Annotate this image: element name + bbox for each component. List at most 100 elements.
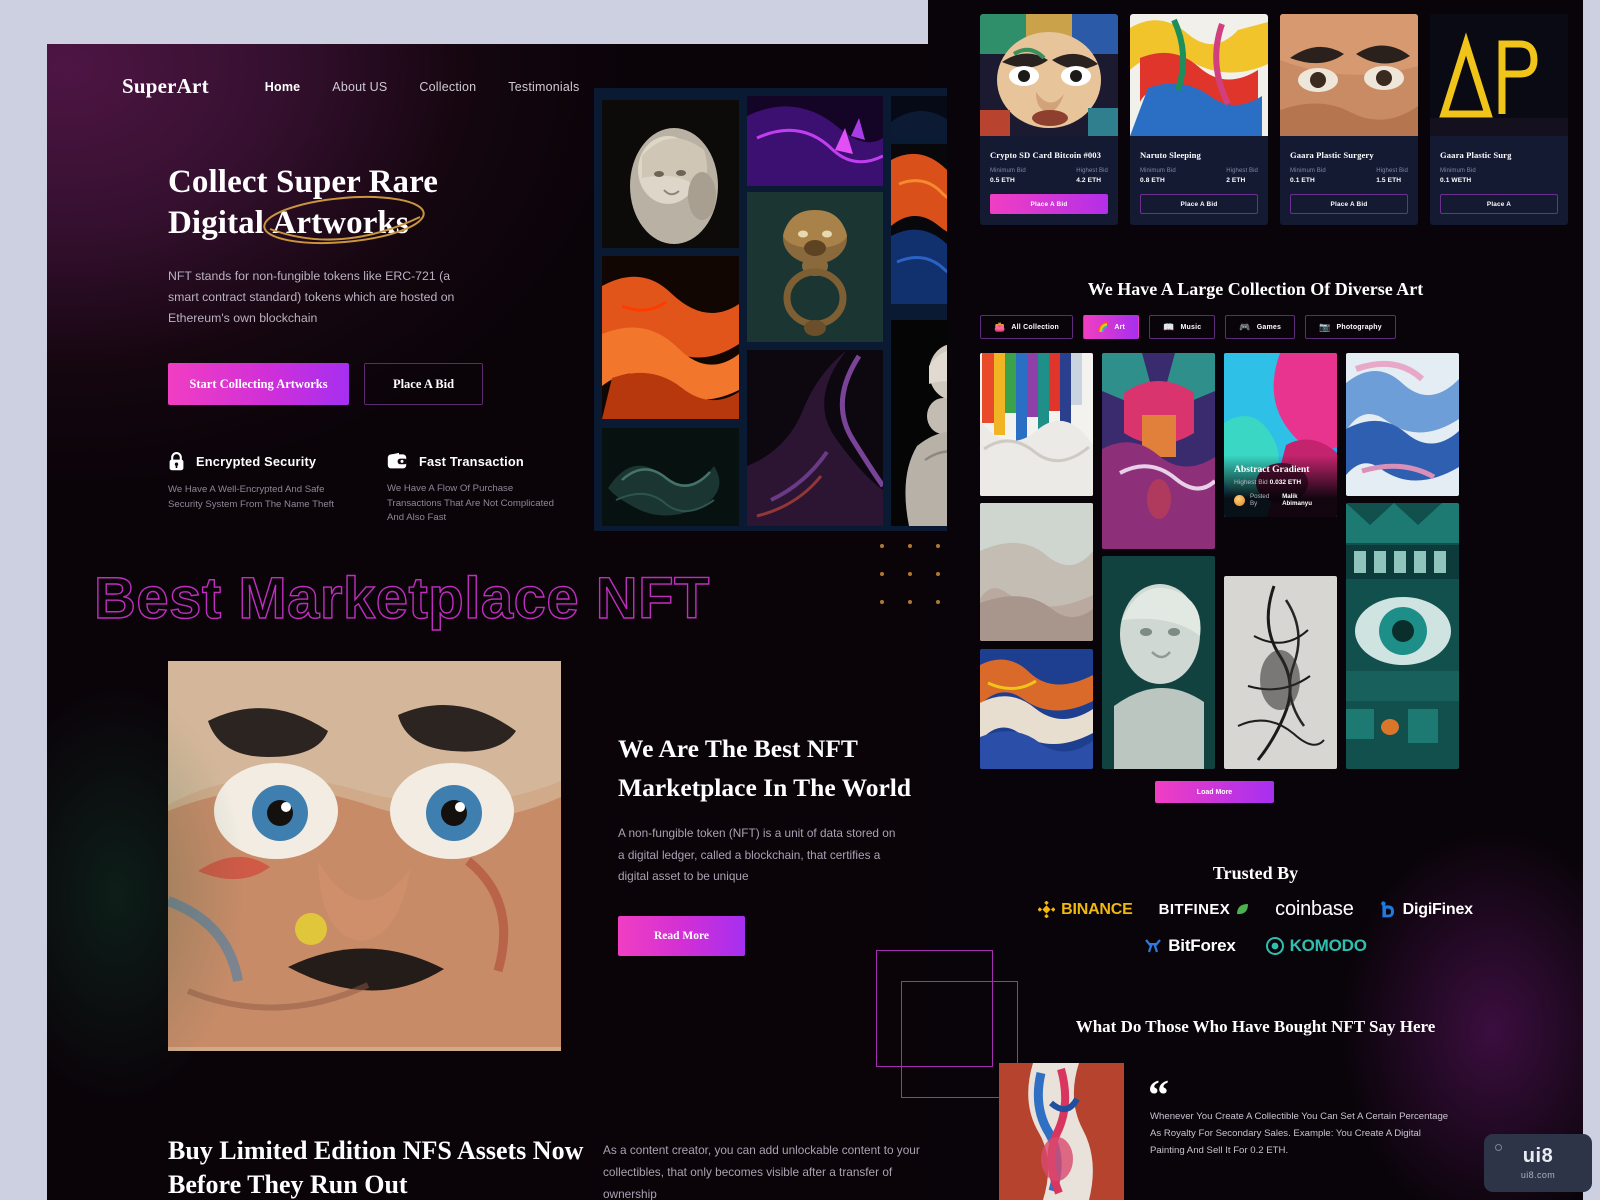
card-place-bid-button[interactable]: Place A — [1440, 194, 1558, 214]
collage-tile-fire-ice — [891, 144, 947, 304]
partner-logo-digifinex: DigiFinex — [1380, 901, 1473, 919]
purse-icon: 👛 — [994, 321, 1006, 332]
hero-section: Collect Super Rare Digital Artworks NFT … — [168, 162, 588, 526]
feature-encrypted-security: Encrypted Security We Have A Well-Encryp… — [168, 452, 340, 526]
street-art-portrait-image — [168, 661, 561, 1051]
nav-item-testimonials[interactable]: Testimonials — [508, 80, 579, 94]
rainbow-icon: 🌈 — [1096, 321, 1109, 332]
collage-tile-lava — [602, 256, 739, 419]
card-place-bid-button[interactable]: Place A Bid — [1290, 194, 1408, 214]
hero-title-line2: Digital Artworks — [168, 196, 588, 244]
testimonial-artwork-image — [999, 1063, 1124, 1200]
filter-chip-label: Photography — [1336, 323, 1382, 331]
featured-bid-label: Highest Bid — [1234, 479, 1268, 486]
gallery-item-teal-eye[interactable] — [1346, 503, 1459, 769]
highest-bid-label: Highest Bid — [1226, 168, 1258, 174]
load-more-button[interactable]: Load More — [1155, 781, 1274, 803]
nft-card[interactable]: Naruto Sleeping Minimum Bid 0.8 ETH High… — [1130, 14, 1268, 225]
posted-by-name: Malik Abimanyu — [1282, 493, 1312, 507]
feature-fast-transaction: Fast Transaction We Have A Flow Of Purch… — [387, 452, 559, 526]
gallery-item-abstract-gradient[interactable]: Abstract Gradient Highest Bid 0.032 ETH … — [1224, 353, 1337, 517]
limited-edition-desc: As a content creator, you can add unlock… — [603, 1143, 920, 1200]
digifinex-icon — [1380, 901, 1394, 918]
filter-chip-games[interactable]: 🎮 Games — [1225, 315, 1296, 339]
nft-card-title: Crypto SD Card Bitcoin #003 — [990, 150, 1102, 160]
minimum-bid-value: 0.1 WETH — [1440, 177, 1472, 184]
nft-thumbnail-neon-sign — [1430, 14, 1568, 136]
watermark-logo: ui8 — [1522, 1145, 1554, 1167]
minimum-bid-value: 0.1 ETH — [1290, 177, 1315, 184]
wallet-icon — [387, 452, 408, 469]
highest-bid-label: Highest Bid — [1076, 168, 1108, 174]
hero-subtitle: NFT stands for non-fungible tokens like … — [168, 269, 455, 325]
minimum-bid-label: Minimum Bid — [990, 168, 1026, 174]
card-place-bid-button[interactable]: Place A Bid — [990, 194, 1108, 214]
hero-title-highlight-wrap: Artworks — [263, 196, 426, 244]
nft-thumbnail-mosaic-face — [980, 14, 1118, 136]
nft-card[interactable]: Crypto SD Card Bitcoin #003 Minimum Bid … — [980, 14, 1118, 225]
collage-tile-neon-purple — [747, 96, 883, 186]
gamepad-icon: 🎮 — [1239, 321, 1251, 332]
marketplace-detail-panel: Crypto SD Card Bitcoin #003 Minimum Bid … — [928, 0, 1583, 1200]
nav-item-home[interactable]: Home — [265, 80, 301, 94]
gallery-item-marble-swirl[interactable] — [980, 649, 1093, 769]
nft-thumbnail-colorful-splash — [1130, 14, 1268, 136]
landing-page-panel: SuperArt Home About US Collection Testim… — [47, 44, 947, 1200]
filter-chip-photography[interactable]: 📷 Photography — [1305, 315, 1396, 339]
testimonial-quote-text: Whenever You Create A Collectible You Ca… — [1150, 1111, 1449, 1156]
feature-list: Encrypted Security We Have A Well-Encryp… — [168, 452, 588, 526]
filter-chip-music[interactable]: 📖 Music — [1149, 315, 1216, 339]
featured-art-bid: Highest Bid 0.032 ETH — [1234, 479, 1327, 486]
minimum-bid-label: Minimum Bid — [1440, 168, 1476, 174]
filter-chip-label: Games — [1256, 323, 1282, 331]
limited-edition-title: Buy Limited Edition NFS Assets Now Befor… — [168, 1136, 584, 1199]
gallery-item-ink-sketch[interactable] — [1224, 576, 1337, 769]
nft-card-title: Naruto Sleeping — [1140, 150, 1201, 160]
minimum-bid-label: Minimum Bid — [1290, 168, 1326, 174]
trusted-by-heading: Trusted By — [1212, 863, 1299, 883]
collage-tile-purple-marble — [747, 350, 883, 526]
minimum-bid-value: 0.5 ETH — [990, 177, 1015, 184]
place-a-bid-button[interactable]: Place A Bid — [364, 363, 483, 405]
collection-heading: We Have A Large Collection Of Diverse Ar… — [1087, 279, 1424, 299]
partner-name: KOMODO — [1289, 936, 1367, 955]
highest-bid-value: 4.2 ETH — [1076, 177, 1102, 184]
collage-tile-statue-head — [602, 100, 739, 248]
filter-chip-art[interactable]: 🌈 Art — [1082, 315, 1140, 339]
gallery-item-soft-pastel[interactable] — [980, 503, 1093, 641]
collage-tile-smoke — [602, 428, 739, 526]
posted-by-label: Posted By — [1250, 493, 1270, 507]
hero-title-line1: Collect Super Rare — [168, 164, 439, 200]
partner-name: BitForex — [1168, 936, 1236, 955]
partner-name: BITFINEX — [1158, 901, 1231, 918]
gallery-item-blue-feather[interactable] — [1346, 353, 1459, 496]
start-collecting-button[interactable]: Start Collecting Artworks — [168, 363, 349, 405]
filter-chip-all-collection[interactable]: 👛 All Collection — [980, 315, 1073, 339]
nft-card-clipped[interactable]: Gaara Plastic Surg Minimum Bid 0.1 WETH … — [1430, 14, 1568, 225]
brand-logo[interactable]: SuperArt — [122, 74, 209, 99]
highest-bid-label: Highest Bid — [1376, 168, 1408, 174]
hero-artwork-collage — [594, 88, 947, 531]
filter-chip-label: Art — [1114, 323, 1126, 331]
partner-logo-bitfinex: BITFINEX — [1159, 901, 1250, 918]
hero-title-line2-prefix: Digital — [168, 205, 273, 241]
bitfinex-leaf-icon — [1237, 904, 1249, 915]
watermark-url: ui8.com — [1520, 1170, 1556, 1180]
camera-icon: 📷 — [1319, 321, 1331, 332]
read-more-button[interactable]: Read More — [618, 915, 745, 956]
hero-title-highlight: Artworks — [272, 205, 409, 241]
nft-card[interactable]: Gaara Plastic Surgery Minimum Bid 0.1 ET… — [1280, 14, 1418, 225]
gallery-item-teal-bust[interactable] — [1102, 556, 1215, 769]
gallery-item-symmetric-neon[interactable] — [1102, 353, 1215, 549]
avatar — [1234, 494, 1245, 506]
nav-item-about-us[interactable]: About US — [332, 80, 387, 94]
nft-card-title: Gaara Plastic Surgery — [1290, 150, 1374, 160]
card-place-bid-button[interactable]: Place A Bid — [1140, 194, 1258, 214]
minimum-bid-label: Minimum Bid — [1140, 168, 1176, 174]
dot-grid-decoration — [880, 544, 947, 628]
nav-item-collection[interactable]: Collection — [419, 80, 476, 94]
nft-card-title: Gaara Plastic Surg — [1440, 150, 1512, 160]
gallery-item-rainbow-paint[interactable] — [980, 353, 1093, 496]
collage-tile-lion-knocker — [747, 192, 883, 342]
nav-links: Home About US Collection Testimonials — [265, 80, 580, 94]
